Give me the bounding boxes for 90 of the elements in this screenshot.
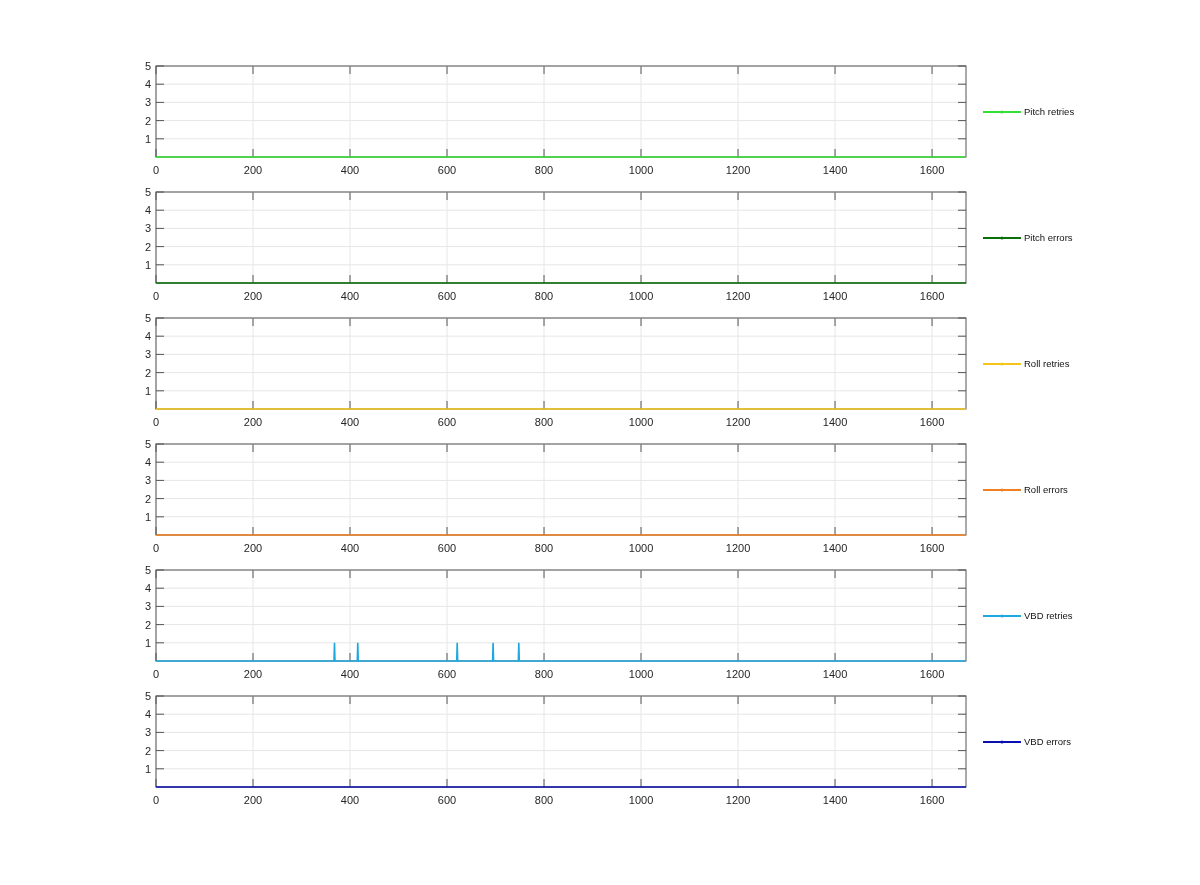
tick-label: 1200 [725,164,751,176]
tick-label: 3 [144,348,151,361]
tick-label: 800 [534,794,554,806]
tick-label: 1600 [919,542,945,554]
tick-label: 5 [144,691,151,702]
tick-label: 400 [340,542,360,554]
tick-label: 0 [152,164,160,176]
tick-label: 2 [144,744,151,757]
tick-label: 1400 [822,794,848,806]
tick-label: 0 [152,668,160,680]
tick-label: 600 [437,668,457,680]
legend-label: VBD retries [1024,610,1073,621]
tick-label: 2 [144,366,151,379]
tick-label: 1200 [725,794,751,806]
tick-label: 1400 [822,290,848,302]
tick-label: 0 [152,416,160,428]
tick-label: 1400 [822,542,848,554]
tick-label: 3 [144,600,151,613]
tick-label: 4 [144,582,151,595]
tick-label: 200 [243,794,263,806]
legend-label: Roll errors [1024,484,1068,495]
tick-label: 5 [144,61,151,72]
tick-label: 1600 [919,290,945,302]
tick-label: 1200 [725,668,751,680]
tick-label: 800 [534,164,554,176]
tick-label: 200 [243,290,263,302]
tick-label: 1600 [919,668,945,680]
tick-label: 5 [144,565,151,576]
tick-label: 4 [144,708,151,721]
tick-label: 1200 [725,542,751,554]
tick-label: 0 [152,542,160,554]
tick-label: 1600 [919,164,945,176]
tick-label: 3 [144,474,151,487]
tick-label: 4 [144,456,151,469]
tick-label: 2 [144,618,151,631]
tick-label: 2 [144,492,151,505]
tick-label: 400 [340,416,360,428]
tick-label: 200 [243,416,263,428]
tick-label: 400 [340,668,360,680]
tick-label: 600 [437,542,457,554]
tick-label: 1000 [628,542,654,554]
tick-label: 1400 [822,416,848,428]
tick-label: 200 [243,668,263,680]
tick-label: 1400 [822,668,848,680]
tick-label: 400 [340,794,360,806]
legend-label: VBD errors [1024,736,1071,747]
tick-label: 1000 [628,794,654,806]
tick-label: 1 [144,384,151,397]
tick-label: 3 [144,222,151,235]
legend-label: Pitch errors [1024,232,1073,243]
tick-label: 200 [243,164,263,176]
tick-label: 0 [152,794,160,806]
tick-label: 0 [152,290,160,302]
tick-label: 5 [144,313,151,324]
legend-label: Pitch retries [1024,106,1075,117]
tick-label: 400 [340,290,360,302]
tick-label: 2 [144,114,151,127]
tick-label: 800 [534,668,554,680]
tick-label: 600 [437,794,457,806]
tick-label: 5 [144,187,151,198]
tick-label: 4 [144,330,151,343]
tick-label: 600 [437,416,457,428]
tick-label: 3 [144,726,151,739]
tick-label: 800 [534,290,554,302]
tick-label: 800 [534,542,554,554]
tick-label: 600 [437,164,457,176]
tick-label: 1600 [919,794,945,806]
tick-label: 5 [144,439,151,450]
tick-label: 1000 [628,164,654,176]
tick-label: 1 [144,132,151,145]
legend-label: Roll retries [1024,358,1070,369]
tick-label: 1200 [725,416,751,428]
tick-label: 1400 [822,164,848,176]
tick-label: 1000 [628,416,654,428]
tick-label: 800 [534,416,554,428]
tick-label: 1 [144,636,151,649]
tick-label: 1000 [628,290,654,302]
tick-label: 1600 [919,416,945,428]
tick-label: 4 [144,204,151,217]
tick-label: 1 [144,762,151,775]
tick-label: 4 [144,78,151,91]
tick-label: 2 [144,240,151,253]
tick-label: 1 [144,258,151,271]
tick-label: 400 [340,164,360,176]
tick-label: 200 [243,542,263,554]
tick-label: 1200 [725,290,751,302]
tick-label: 1 [144,510,151,523]
tick-label: 3 [144,96,151,109]
tick-label: 1000 [628,668,654,680]
tick-label: 600 [437,290,457,302]
